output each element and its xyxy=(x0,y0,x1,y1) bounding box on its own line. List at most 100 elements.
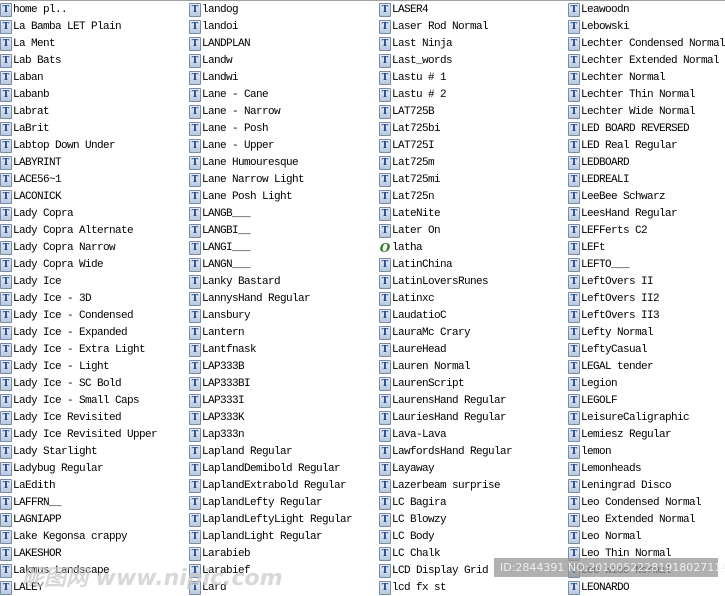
font-file-item[interactable]: T Lady Ice Revisited xyxy=(0,409,122,426)
font-file-item[interactable]: T LeisureCaligraphic xyxy=(568,409,690,426)
font-file-item[interactable]: T LaplandLight Regular xyxy=(189,528,323,545)
font-file-item[interactable]: T Last_words xyxy=(379,52,453,69)
font-file-item[interactable]: T LeftyCasual xyxy=(568,341,648,358)
font-file-item[interactable]: T Last Ninja xyxy=(379,35,453,52)
font-file-item[interactable]: T LEFFerts C2 xyxy=(568,222,648,239)
font-file-item[interactable]: T LEFt xyxy=(568,239,606,256)
font-file-item[interactable]: T LeftOvers II xyxy=(568,273,654,290)
font-file-item[interactable]: T Latinxc xyxy=(379,290,435,307)
font-file-item[interactable]: T Lat725m xyxy=(379,154,435,171)
font-file-item[interactable]: T LANGBI__ xyxy=(189,222,251,239)
font-file-item[interactable]: T La Bamba LET Plain xyxy=(0,18,122,35)
font-file-item[interactable]: T LaurensHand Regular xyxy=(379,392,507,409)
font-file-item[interactable]: T Laban xyxy=(0,69,44,86)
font-file-item[interactable]: T LeeBee Schwarz xyxy=(568,188,666,205)
font-file-item[interactable]: T LEFTO___ xyxy=(568,256,630,273)
font-file-item[interactable]: T LABYRINT xyxy=(0,154,62,171)
font-file-item[interactable]: T Lane - Upper xyxy=(189,137,275,154)
font-file-item[interactable]: T Lane - Cane xyxy=(189,86,269,103)
font-file-item[interactable]: T Labanb xyxy=(0,86,50,103)
font-file-item[interactable]: T LC Chalk xyxy=(379,545,441,562)
font-file-item[interactable]: T LCD Display Grid xyxy=(379,562,489,579)
font-file-item[interactable]: T LC Blowzy xyxy=(379,511,447,528)
font-file-item[interactable]: T LAFFRN__ xyxy=(0,494,62,511)
font-file-item[interactable]: T Laser Rod Normal xyxy=(379,18,489,35)
font-file-item[interactable]: T Lauren Normal xyxy=(379,358,471,375)
font-file-item[interactable]: T Lane Posh Light xyxy=(189,188,293,205)
font-file-item[interactable]: T Lava-Lava xyxy=(379,426,447,443)
font-file-item[interactable]: T Lab Bats xyxy=(0,52,62,69)
font-file-item[interactable]: T LEDBOARD xyxy=(568,154,630,171)
font-file-item[interactable]: T LAP333I xyxy=(189,392,245,409)
font-file-item[interactable]: T LatinLoversRunes xyxy=(379,273,489,290)
font-file-item[interactable]: T Lady Ice - Condensed xyxy=(0,307,134,324)
font-file-item[interactable]: T Legion xyxy=(568,375,618,392)
font-file-item[interactable]: T LEGOLF xyxy=(568,392,618,409)
font-file-item[interactable]: Tlemon xyxy=(568,443,612,460)
font-file-item[interactable]: T LAP333BI xyxy=(189,375,251,392)
font-file-item[interactable]: T Ladybug Regular xyxy=(0,460,104,477)
font-file-item[interactable]: T LaBrit xyxy=(0,120,50,137)
font-file-item[interactable]: T LAT725B xyxy=(379,103,435,120)
font-file-item[interactable]: T LaplandLefty Regular xyxy=(189,494,323,511)
font-file-item[interactable]: T Lantern xyxy=(189,324,245,341)
font-file-item[interactable]: T Lazerbeam surprise xyxy=(379,477,501,494)
font-file-item[interactable]: T Lady Ice xyxy=(0,273,62,290)
font-file-item[interactable]: T LAP333B xyxy=(189,358,245,375)
font-file-item[interactable]: T LaurenScript xyxy=(379,375,465,392)
font-file-item[interactable]: T LASER4 xyxy=(379,1,429,18)
font-file-item[interactable]: T LaplandLeftyLight Regular xyxy=(189,511,353,528)
font-file-item[interactable]: T LauraMc Crary xyxy=(379,324,471,341)
font-file-item[interactable]: T LaEdith xyxy=(0,477,56,494)
font-file-item[interactable]: T LED BOARD REVERSED xyxy=(568,120,690,137)
font-file-item[interactable]: T LaplandExtrabold Regular xyxy=(189,477,347,494)
font-file-item[interactable]: T LatinChina xyxy=(379,256,453,273)
font-file-item[interactable]: T LateNite xyxy=(379,205,441,222)
font-file-item[interactable]: T LEDREALI xyxy=(568,171,630,188)
font-file-item[interactable]: T LED Real Regular xyxy=(568,137,678,154)
font-file-item[interactable]: T Landw xyxy=(189,52,233,69)
font-file-item[interactable]: T Lady Ice - Small Caps xyxy=(0,392,140,409)
font-file-item[interactable]: T LeftOvers II2 xyxy=(568,290,660,307)
font-file-item[interactable]: Tlandog xyxy=(189,1,239,18)
font-file-item[interactable]: T La Ment xyxy=(0,35,56,52)
font-file-item[interactable]: T Lefty Normal xyxy=(568,324,654,341)
font-file-item[interactable]: T LC Body xyxy=(379,528,435,545)
font-file-item[interactable]: T Lane Narrow Light xyxy=(189,171,305,188)
font-file-item[interactable]: T Labrat xyxy=(0,103,50,120)
font-file-item[interactable]: T LeesHand Regular xyxy=(568,205,678,222)
font-file-item[interactable]: T Lady Ice - Expanded xyxy=(0,324,128,341)
font-file-item[interactable]: T Lady Ice - SC Bold xyxy=(0,375,122,392)
font-file-item[interactable]: T LawfordsHand Regular xyxy=(379,443,513,460)
font-file-item[interactable]: T LANGB___ xyxy=(189,205,251,222)
font-file-item[interactable]: T Lastu # 2 xyxy=(379,86,447,103)
font-file-item[interactable]: T Labtop Down Under xyxy=(0,137,116,154)
font-file-item[interactable]: T LANDPLAN xyxy=(189,35,251,52)
font-file-item[interactable]: T Lap333n xyxy=(189,426,245,443)
font-file-item[interactable]: T Lady Copra xyxy=(0,205,74,222)
font-file-item[interactable]: T Lanky Bastard xyxy=(189,273,281,290)
font-file-item[interactable]: T Lane - Narrow xyxy=(189,103,281,120)
font-file-item[interactable]: T Leningrad Disco xyxy=(568,477,672,494)
font-file-item[interactable]: T Leo Extended Normal xyxy=(568,511,696,528)
font-file-item[interactable]: T Layaway xyxy=(379,460,435,477)
font-file-item[interactable]: T Leo Condensed Normal xyxy=(568,494,702,511)
font-file-item[interactable]: T Lechter Thin Normal xyxy=(568,86,696,103)
font-file-item[interactable]: T Lady Ice Revisited Upper xyxy=(0,426,158,443)
font-file-item[interactable]: T Lechter Wide Normal xyxy=(568,103,696,120)
font-file-item[interactable]: T Lady Ice - Extra Light xyxy=(0,341,146,358)
font-file-item[interactable]: T Lake Kegonsa crappy xyxy=(0,528,128,545)
font-file-item[interactable]: T LANGN___ xyxy=(189,256,251,273)
font-file-item[interactable]: T LACE56~1 xyxy=(0,171,62,188)
font-file-item[interactable]: T Lady Starlight xyxy=(0,443,98,460)
font-file-item[interactable]: Tlandoi xyxy=(189,18,239,35)
font-file-item[interactable]: T Lane - Posh xyxy=(189,120,269,137)
font-file-item[interactable]: T Lady Ice - 3D xyxy=(0,290,92,307)
font-file-item[interactable]: T Lemiesz Regular xyxy=(568,426,672,443)
font-file-item[interactable]: T LANGI___ xyxy=(189,239,251,256)
font-file-item[interactable]: T LAP333K xyxy=(189,409,245,426)
font-file-item[interactable]: T LaplandDemibold Regular xyxy=(189,460,341,477)
font-file-item[interactable]: T Lebowski xyxy=(568,18,630,35)
font-file-item[interactable]: T LAGNIAPP xyxy=(0,511,62,528)
font-file-item[interactable]: T Lechter Condensed Normal xyxy=(568,35,725,52)
